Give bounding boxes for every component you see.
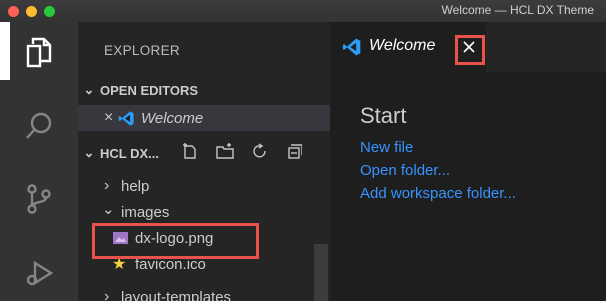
collapse-all-icon[interactable] [286, 142, 302, 160]
explorer-activity-button[interactable] [0, 24, 78, 82]
debug-icon [26, 260, 54, 286]
tab-label: Welcome [369, 37, 436, 54]
minimize-window-button[interactable] [26, 6, 37, 17]
tree-item-label: help [121, 177, 150, 195]
vscode-icon [118, 111, 134, 126]
new-file-icon[interactable] [182, 142, 198, 160]
open-editor-label: Welcome [141, 109, 204, 127]
refresh-icon[interactable] [252, 142, 268, 160]
tree-item-label: layout-templates [121, 288, 232, 302]
chevron-right-icon: › [104, 288, 110, 301]
run-debug-activity-button[interactable] [0, 244, 78, 302]
chevron-down-icon: ⌄ [83, 145, 95, 160]
tree-item-layout-templates[interactable]: › layout-templates [78, 284, 330, 301]
open-folder-link[interactable]: Open folder... [360, 162, 450, 179]
chevron-down-icon: ⌄ [102, 201, 115, 218]
vscode-icon [342, 38, 361, 56]
chevron-right-icon: › [104, 177, 110, 194]
maximize-window-button[interactable] [44, 6, 55, 17]
close-window-button[interactable] [8, 6, 19, 17]
new-folder-icon[interactable] [216, 142, 234, 160]
sidebar-scrollbar[interactable] [314, 244, 328, 301]
highlight-dx-logo [92, 223, 259, 259]
tree-item-images[interactable]: ⌄ images [78, 199, 330, 225]
title-bar: Welcome — HCL DX Theme [0, 0, 606, 22]
explorer-title: EXPLORER [104, 43, 180, 58]
window-title: Welcome — HCL DX Theme [441, 3, 595, 17]
source-control-icon [27, 184, 51, 214]
project-folder-header[interactable]: ⌄ HCL DX... [78, 142, 159, 164]
close-editor-icon[interactable]: × [104, 109, 113, 127]
open-editor-item-welcome[interactable]: × Welcome [78, 105, 330, 131]
activity-bar [0, 22, 78, 301]
tree-item-label: images [121, 203, 170, 221]
explorer-sidebar: EXPLORER ⌄ OPEN EDITORS × Welcome ⌄ HCL … [78, 22, 330, 301]
tree-item-help[interactable]: › help [78, 173, 330, 199]
search-icon [26, 112, 52, 139]
new-file-link[interactable]: New file [360, 139, 413, 156]
start-title: Start [360, 103, 407, 128]
open-editors-header[interactable]: ⌄ OPEN EDITORS [78, 79, 198, 101]
chevron-down-icon: ⌄ [83, 82, 95, 97]
explorer-actions [182, 142, 302, 160]
window-edge [0, 22, 10, 80]
highlight-close-tab [455, 35, 485, 65]
add-workspace-folder-link[interactable]: Add workspace folder... [360, 185, 516, 202]
files-icon [26, 37, 52, 68]
window-controls [8, 6, 55, 17]
source-control-activity-button[interactable] [0, 170, 78, 228]
search-activity-button[interactable] [0, 97, 78, 155]
